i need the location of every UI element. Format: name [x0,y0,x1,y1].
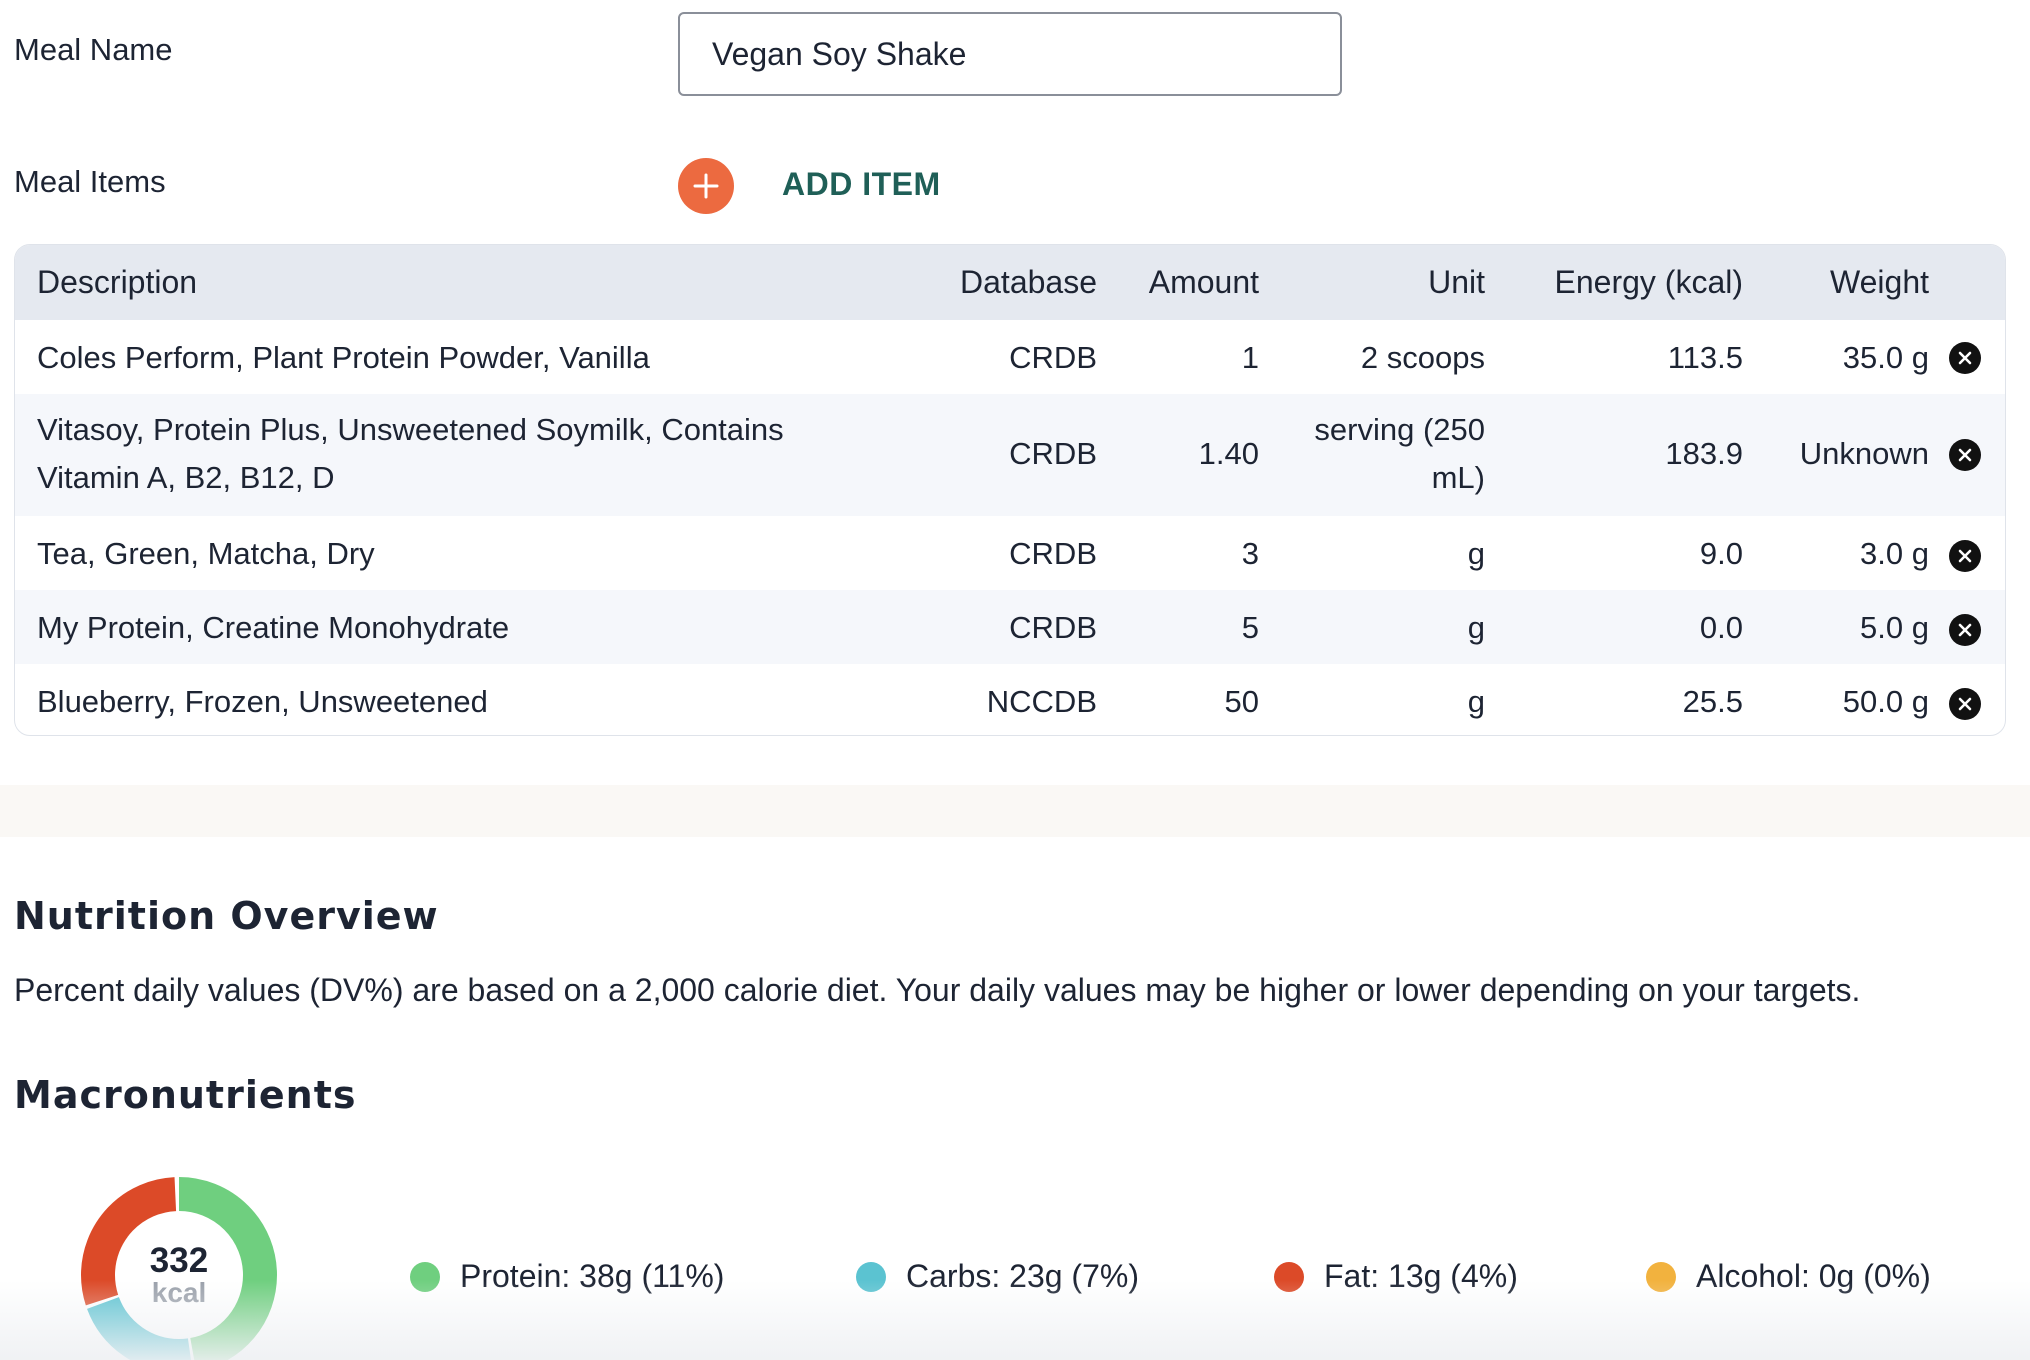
cell-unit[interactable]: g [1285,536,1485,572]
legend-label: Carbs: 23g (7%) [906,1258,1139,1294]
cell-weight: 5.0 g [1860,610,1929,645]
table-row: Coles Perform, Plant Protein Powder, Van… [15,320,2005,394]
close-icon [1958,697,1972,711]
table-header: Description Database Amount Unit Energy … [15,245,2005,320]
cell-weight: 35.0 g [1842,340,1929,375]
close-icon [1958,623,1972,637]
carbs-dot-icon [856,1261,886,1292]
header-unit[interactable]: Unit [1285,245,1485,320]
close-icon [1958,549,1972,563]
meal-editor: Meal Name Meal Items ADD ITEM Descriptio… [0,0,2030,785]
header-description[interactable]: Description [37,245,197,320]
protein-dot-icon [410,1261,440,1292]
legend-label: Protein: 38g (11%) [460,1258,725,1294]
cell-energy: 25.5 [1682,684,1743,719]
plus-icon [693,173,719,199]
meal-items-label: Meal Items [14,164,166,199]
header-energy[interactable]: Energy (kcal) [1495,245,1744,320]
cell-description: Coles Perform, Plant Protein Powder, Van… [37,340,650,375]
cell-unit[interactable]: serving (250 [1285,412,1485,448]
alcohol-dot-icon [1646,1261,1676,1292]
close-icon [1958,448,1972,462]
meal-name-label: Meal Name [14,32,173,67]
cell-unit[interactable]: 2 scoops [1285,340,1485,376]
cell-amount[interactable]: 5 [1115,610,1259,646]
cell-energy: 113.5 [1667,340,1743,375]
kcal-unit: kcal [151,1277,207,1308]
section-divider [0,785,2030,837]
legend-fat: Fat: 13g (4%) [1274,1258,1518,1295]
donut-center-label: 332 kcal [80,1243,278,1307]
cell-unit[interactable]: g [1285,684,1485,720]
nutrition-overview-title: Nutrition Overview [14,894,439,938]
cell-database: CRDB [1009,536,1097,571]
cell-energy: 0.0 [1699,610,1743,645]
cell-database: CRDB [1009,610,1097,645]
remove-item-button[interactable] [1949,688,1981,720]
header-database[interactable]: Database [895,245,1097,320]
table-row: My Protein, Creatine Monohydrate CRDB 5 … [15,590,2005,664]
remove-item-button[interactable] [1949,342,1981,374]
legend-alcohol: Alcohol: 0g (0%) [1646,1258,1931,1295]
legend-protein: Protein: 38g (11%) [410,1258,724,1295]
table-row: Tea, Green, Matcha, Dry CRDB 3 g 9.0 3.0… [15,516,2005,590]
table-row: Vitasoy, Protein Plus, Unsweetened Soymi… [15,394,2005,516]
header-weight[interactable]: Weight [1755,245,1929,320]
dv-description: Percent daily values (DV%) are based on … [14,972,1861,1008]
add-item-link[interactable]: ADD ITEM [782,166,941,203]
cell-energy: 183.9 [1665,436,1743,471]
macronutrients-title: Macronutrients [14,1073,357,1117]
cell-description: Blueberry, Frozen, Unsweetened [37,684,488,719]
cell-amount[interactable]: 1 [1115,340,1259,376]
meal-name-input[interactable] [678,12,1342,96]
table-row: Blueberry, Frozen, Unsweetened NCCDB 50 … [15,664,2005,735]
cell-weight: 3.0 g [1860,536,1929,571]
remove-item-button[interactable] [1949,540,1981,572]
cell-database: CRDB [1009,340,1097,375]
legend-label: Alcohol: 0g (0%) [1696,1258,1931,1294]
add-item-button[interactable] [678,158,734,214]
cell-unit[interactable]: g [1285,610,1485,646]
fat-dot-icon [1274,1261,1304,1292]
legend-carbs: Carbs: 23g (7%) [856,1258,1139,1295]
cell-weight: 50.0 g [1842,684,1929,719]
meal-items-table: Description Database Amount Unit Energy … [14,244,2006,736]
legend-label: Fat: 13g (4%) [1324,1258,1518,1294]
cell-amount[interactable]: 3 [1115,536,1259,572]
cell-unit-line2[interactable]: mL) [1285,460,1485,496]
cell-database: NCCDB [986,684,1097,719]
header-amount[interactable]: Amount [1115,245,1259,320]
remove-item-button[interactable] [1949,439,1981,471]
cell-database: CRDB [1009,436,1097,471]
cell-amount[interactable]: 50 [1115,684,1259,720]
cell-description: Vitasoy, Protein Plus, Unsweetened Soymi… [37,412,784,447]
cell-weight: Unknown [1799,436,1929,471]
cell-amount[interactable]: 1.40 [1115,436,1259,472]
remove-item-button[interactable] [1949,614,1981,646]
cell-energy: 9.0 [1699,536,1743,571]
cell-description-line2: Vitamin A, B2, B12, D [37,460,335,495]
kcal-value: 332 [149,1241,209,1280]
cell-description: My Protein, Creatine Monohydrate [37,610,510,645]
cell-description: Tea, Green, Matcha, Dry [37,536,375,571]
close-icon [1958,351,1972,365]
